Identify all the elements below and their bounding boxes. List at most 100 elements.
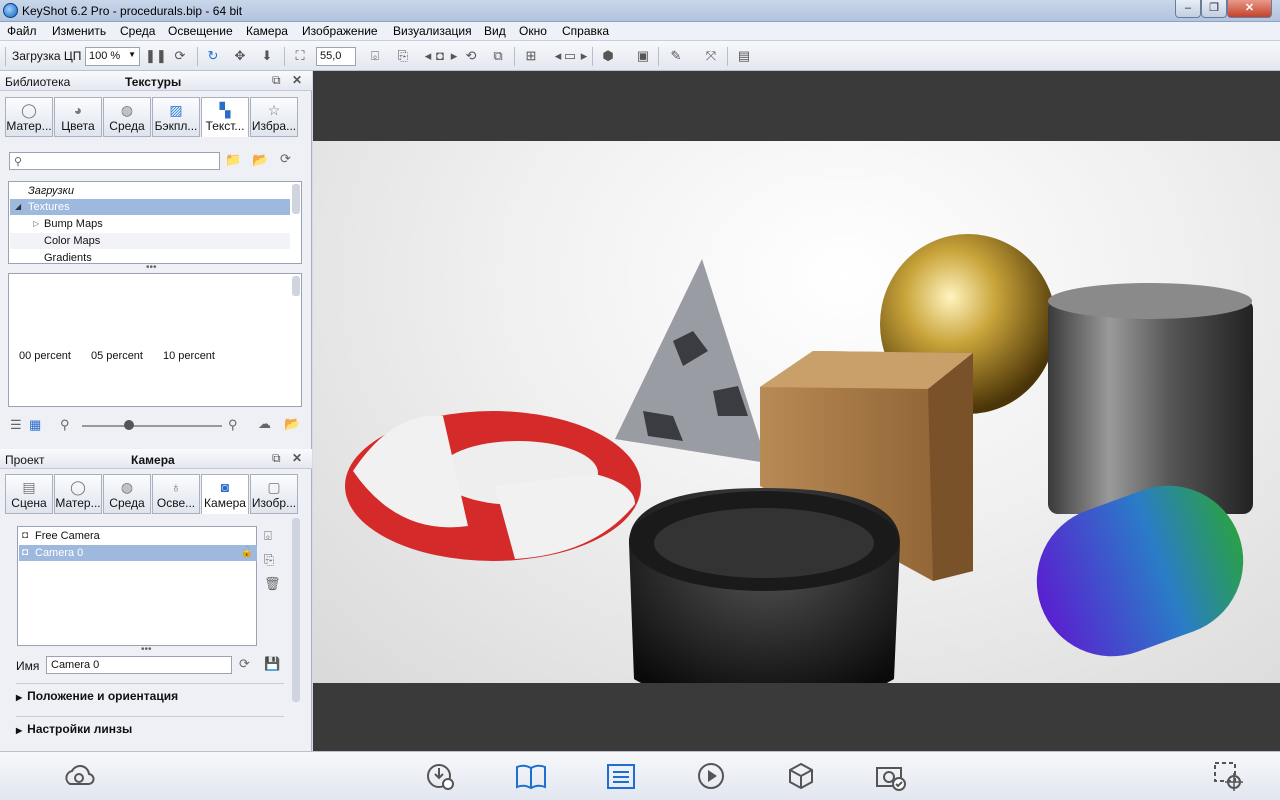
tab-label: Матер...	[55, 496, 101, 510]
tab-scene[interactable]: ▤ Сцена	[5, 474, 53, 514]
region-select-icon[interactable]	[1212, 760, 1246, 792]
add-folder-icon[interactable]: 📁	[225, 152, 241, 168]
rendered-scene[interactable]	[313, 141, 1280, 683]
reset-icon[interactable]: ⟳	[239, 656, 250, 672]
console-icon[interactable]: ▤	[736, 48, 752, 64]
cloud-icon[interactable]	[62, 760, 96, 792]
splitter-handle[interactable]: •••	[141, 644, 152, 655]
tree-item-bump-maps[interactable]: ▷ Bump Maps	[10, 216, 290, 232]
tab-backplates[interactable]: ▨ Бэкпл...	[152, 97, 200, 137]
geometry-view-icon[interactable]: ⬢	[600, 48, 616, 64]
maximize-button[interactable]: ❐	[1201, 0, 1227, 18]
cloud-upload-icon[interactable]: ☁	[258, 416, 271, 432]
menu-edit[interactable]: Изменить	[52, 24, 106, 38]
zoom-out-icon[interactable]: ⚲	[60, 417, 70, 433]
presentation-icon[interactable]: ▣	[635, 48, 651, 64]
project-scrollbar[interactable]	[292, 518, 300, 702]
delete-camera-icon[interactable]: 🗑	[264, 576, 281, 592]
refresh-icon[interactable]: ↻	[205, 48, 221, 64]
lock-camera-icon[interactable]: ⧉	[490, 48, 506, 64]
camera-item-free[interactable]: ◘ Free Camera	[19, 528, 257, 544]
tab-favorites[interactable]: ☆ Избра...	[250, 97, 298, 137]
project-list-icon[interactable]	[604, 760, 638, 792]
list-view-icon[interactable]: ☰	[10, 417, 22, 433]
library-search-input[interactable]: ⚲	[9, 152, 220, 170]
menu-lighting[interactable]: Освещение	[168, 24, 233, 38]
camera-item-0[interactable]: ◘ Camera 0 🔓	[19, 545, 257, 561]
tree-item-color-maps[interactable]: Color Maps	[10, 233, 290, 249]
menu-camera[interactable]: Камера	[246, 24, 288, 38]
menu-file[interactable]: Файл	[7, 24, 37, 38]
duplicate-camera-icon[interactable]: ⎘	[264, 552, 274, 568]
menu-image[interactable]: Изображение	[302, 24, 378, 38]
next-studio-icon[interactable]: ▸	[576, 48, 592, 64]
menu-render[interactable]: Визуализация	[393, 24, 472, 38]
thumb-10-percent[interactable]: 10 percent	[163, 350, 215, 362]
close-button[interactable]: ✕	[1227, 0, 1272, 18]
thumb-05-percent[interactable]: 05 percent	[91, 350, 143, 362]
render-viewport[interactable]	[313, 71, 1280, 751]
left-panel: Библиотека Текстуры ⧉ ✕ ◯ Матер... ◕ Цвета…	[0, 71, 312, 751]
screenshot-settings-icon[interactable]: ⎘	[395, 48, 411, 64]
undock-icon[interactable]: ⧉	[272, 451, 281, 466]
tab-project-environment[interactable]: ◍ Среда	[103, 474, 151, 514]
down-arrow-icon[interactable]: ⬇	[259, 48, 275, 64]
tab-camera[interactable]: ◙ Камера	[201, 474, 249, 514]
library-tree: Загрузки ◢ Textures ▷ Bump Maps Color Maps…	[8, 181, 302, 264]
tab-environments[interactable]: ◍ Среда	[103, 97, 151, 137]
keyshotvr-icon[interactable]	[784, 760, 818, 792]
tree-item-textures[interactable]: ◢ Textures	[10, 199, 290, 215]
render-icon[interactable]	[874, 760, 908, 792]
refresh-library-icon[interactable]: ⟳	[280, 151, 291, 167]
section-lens-settings[interactable]: ▶ Настройки линзы	[16, 716, 284, 738]
animation-play-icon[interactable]	[694, 760, 728, 792]
cpu-usage-select[interactable]: 100 % ▼	[85, 47, 140, 66]
paint-icon[interactable]: ✎	[668, 48, 684, 64]
collapsed-triangle-icon[interactable]: ▷	[33, 216, 39, 232]
tab-project-materials[interactable]: ◯ Матер...	[54, 474, 102, 514]
screenshot-icon[interactable]: ⌻	[367, 48, 383, 64]
section-position-orientation[interactable]: ▶ Положение и ориентация	[16, 683, 284, 705]
expand-triangle-icon[interactable]: ◢	[15, 199, 21, 215]
save-icon[interactable]: 💾	[264, 656, 280, 672]
remove-folder-icon[interactable]: 📂	[252, 152, 268, 168]
tree-scrollbar[interactable]	[292, 184, 300, 214]
next-camera-icon[interactable]: ▸	[446, 48, 462, 64]
tree-item-downloads[interactable]: Загрузки	[10, 183, 290, 199]
thumb-size-slider[interactable]	[82, 425, 222, 427]
close-icon[interactable]: ✕	[292, 73, 302, 87]
splitter-handle[interactable]: •••	[146, 262, 157, 273]
grid-view-icon[interactable]: ▦	[29, 417, 41, 433]
lock-icon[interactable]: 🔓	[241, 545, 253, 561]
tab-lighting[interactable]: ♁ Осве...	[152, 474, 200, 514]
tab-materials[interactable]: ◯ Матер...	[5, 97, 53, 137]
thumb-00-percent[interactable]: 00 percent	[19, 350, 71, 362]
import-folder-icon[interactable]: 📂	[284, 416, 300, 432]
close-icon[interactable]: ✕	[292, 451, 302, 465]
fit-view-icon[interactable]: ✥	[232, 48, 248, 64]
menu-window[interactable]: Окно	[519, 24, 547, 38]
performance-mode-icon[interactable]: ⟳	[172, 48, 188, 64]
pause-icon[interactable]: ❚❚	[145, 48, 167, 64]
add-camera-icon[interactable]: ⌻	[264, 528, 272, 544]
reset-camera-icon[interactable]: ⟲	[463, 48, 479, 64]
tab-image[interactable]: ▢ Изобр...	[250, 474, 298, 514]
import-icon[interactable]	[424, 760, 458, 792]
camera-name-input[interactable]: Camera 0	[46, 656, 232, 674]
tab-textures[interactable]: ▚ Текст...	[201, 97, 249, 137]
library-book-icon[interactable]	[514, 760, 548, 792]
menu-view[interactable]: Вид	[484, 24, 506, 38]
toolbar-separator	[284, 47, 285, 66]
add-studio-icon[interactable]: ⊞	[523, 48, 539, 64]
tab-colors[interactable]: ◕ Цвета	[54, 97, 102, 137]
undock-icon[interactable]: ⧉	[272, 73, 281, 88]
thumbs-scrollbar[interactable]	[292, 276, 300, 296]
zoom-in-icon[interactable]: ⚲	[228, 417, 238, 433]
project-section-title: Камера	[131, 453, 175, 467]
slider-thumb[interactable]	[124, 420, 134, 430]
menu-environment[interactable]: Среда	[120, 24, 155, 38]
menu-help[interactable]: Справка	[562, 24, 609, 38]
scripting-icon[interactable]: ⤧	[703, 48, 719, 64]
minimize-button[interactable]: ‒	[1175, 0, 1201, 18]
fov-input[interactable]: 55,0	[316, 47, 356, 66]
